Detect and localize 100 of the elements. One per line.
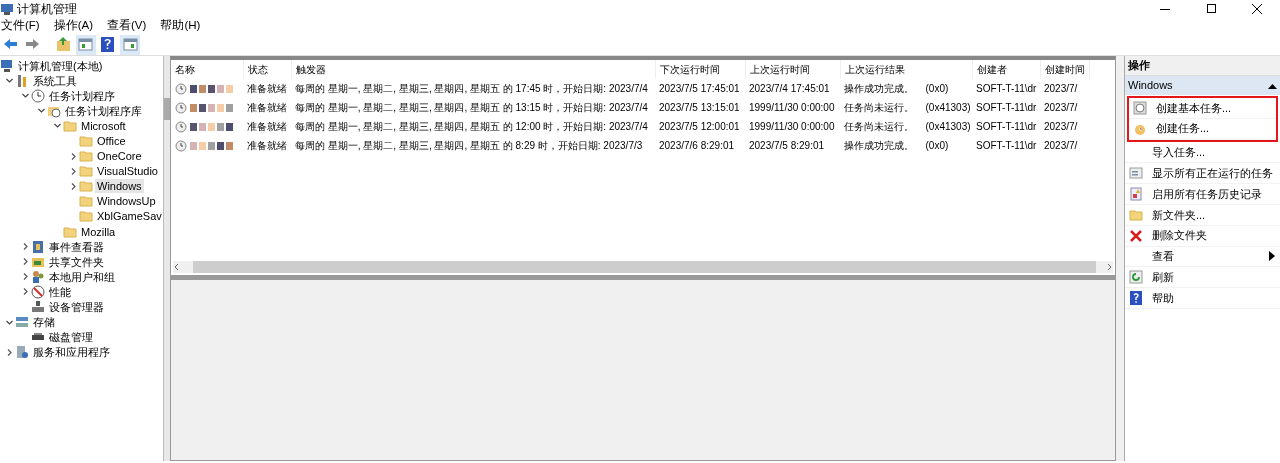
action-item[interactable]: 启用所有任务历史记录 <box>1125 184 1280 205</box>
tree-item[interactable]: Mozilla <box>79 224 118 239</box>
tree-item[interactable]: Windows <box>95 179 144 194</box>
clock-icon <box>175 101 187 114</box>
tree-item[interactable]: 存储 <box>31 315 57 330</box>
created-time: 2023/7/ <box>1044 83 1078 94</box>
folder-icon <box>79 194 93 209</box>
action-item[interactable]: 查看 <box>1125 246 1280 268</box>
column-header[interactable]: 触发器 <box>291 60 655 79</box>
author-text: SOFT-T-11\dr <box>976 140 1037 151</box>
tree-item[interactable]: XblGameSav <box>95 209 163 224</box>
horizontal-scrollbar[interactable] <box>173 261 1113 273</box>
tree-item[interactable]: 任务计划程序 <box>47 88 117 103</box>
result-text: 任务尚未运行。 <box>844 101 914 115</box>
author-text: SOFT-T-11\dr <box>976 102 1037 113</box>
action-item[interactable]: 创建基本任务... <box>1129 98 1276 119</box>
redacted-name-drawing <box>189 139 235 152</box>
users-icon <box>31 269 45 284</box>
clock-icon <box>175 139 187 152</box>
trigger-text: 每周的 星期一, 星期二, 星期三, 星期四, 星期五 的 8:29 时，开始日期: 2023/7/3 <box>295 140 643 151</box>
result-text: 任务尚未运行。 <box>844 120 914 134</box>
tree-item[interactable]: VisualStudio <box>95 164 160 179</box>
tree-item[interactable]: 共享文件夹 <box>47 254 106 269</box>
status-text: 准备就绪 <box>247 140 287 151</box>
section-header[interactable]: Windows <box>1125 76 1280 95</box>
last-run-time: 2023/7/5 8:29:01 <box>749 140 825 151</box>
tree-item[interactable]: 任务计划程序库 <box>63 103 144 118</box>
action-item[interactable]: 新文件夹... <box>1125 205 1280 226</box>
column-header[interactable]: 名称 <box>171 60 243 79</box>
trigger-text: 每周的 星期一, 星期二, 星期三, 星期四, 星期五 的 12:00 时，开始日期: 2023/7/4 <box>295 121 648 132</box>
splitter-handle[interactable] <box>164 98 170 120</box>
folder-icon <box>63 118 77 133</box>
last-run-time: 2023/7/4 17:45:01 <box>749 83 830 94</box>
author-text: SOFT-T-11\dr <box>976 121 1037 132</box>
action-item[interactable]: 创建任务... <box>1129 118 1276 140</box>
folder-icon <box>63 224 77 239</box>
action-item[interactable]: 显示所有正在运行的任务 <box>1125 163 1280 185</box>
created-time: 2023/7/ <box>1044 140 1078 151</box>
maximize-icon[interactable] <box>1204 2 1218 16</box>
tree-item[interactable]: 服务和应用程序 <box>31 345 112 360</box>
tree-item[interactable]: 磁盘管理 <box>47 330 95 345</box>
tools-icon <box>15 73 29 88</box>
refresh-icon <box>1129 270 1143 285</box>
column-header[interactable]: 下次运行时间 <box>655 60 745 79</box>
close-icon[interactable] <box>1250 2 1264 16</box>
tree-item[interactable]: 系统工具 <box>31 73 79 88</box>
help-icon[interactable] <box>99 36 117 53</box>
submenu-arrow-icon <box>1269 251 1275 262</box>
tree-item[interactable]: 本地用户和组 <box>47 269 117 284</box>
next-run-time: 2023/7/5 17:45:01 <box>659 83 740 94</box>
action-item[interactable]: 刷新 <box>1125 267 1280 289</box>
column-header[interactable]: 创建者 <box>972 60 1040 79</box>
tree-item[interactable]: 计算机管理(本地) <box>16 58 105 73</box>
created-time: 2023/7/ <box>1044 121 1078 132</box>
folder-icon[interactable] <box>54 36 72 53</box>
column-header[interactable]: 创建时间 <box>1040 60 1089 79</box>
menu-item[interactable]: 查看(V) <box>106 17 152 35</box>
column-header[interactable]: 上次运行结果 <box>840 60 972 79</box>
storage-icon <box>15 315 29 330</box>
event-log-icon <box>31 239 45 254</box>
next-run-time: 2023/7/5 12:00:01 <box>659 121 740 132</box>
status-text: 准备就绪 <box>247 102 287 113</box>
menu-item[interactable]: 帮助(H) <box>159 17 206 35</box>
panel-button[interactable] <box>75 34 96 55</box>
computer-icon <box>0 58 14 73</box>
clock-icon <box>175 82 187 95</box>
collapse-icon[interactable] <box>1268 82 1277 89</box>
tree-item[interactable]: 设备管理器 <box>47 300 106 315</box>
menu-item[interactable]: 操作(A) <box>52 17 99 35</box>
column-header[interactable]: 上次运行时间 <box>745 60 840 79</box>
history-icon <box>1129 187 1143 202</box>
tree-item[interactable]: Office <box>95 134 128 148</box>
scroll-right-icon[interactable] <box>1105 263 1113 271</box>
menu-item[interactable]: 文件(F) <box>0 17 45 35</box>
task-icon <box>1133 100 1147 115</box>
tree-item[interactable]: OneCore <box>95 149 144 164</box>
folder-icon <box>79 134 93 148</box>
trigger-text: 每周的 星期一, 星期二, 星期三, 星期四, 星期五 的 13:15 时，开始日期: 2023/7/4 <box>295 102 648 113</box>
tree-item[interactable]: 事件查看器 <box>47 239 106 254</box>
help-icon <box>1129 291 1143 306</box>
tree-item[interactable]: WindowsUp <box>95 194 158 209</box>
result-text: 操作成功完成。 <box>844 139 914 153</box>
trigger-text: 每周的 星期一, 星期二, 星期三, 星期四, 星期五 的 17:45 时，开始日期: 2023/7/4 <box>295 83 648 94</box>
action-item[interactable]: 帮助 <box>1125 288 1280 309</box>
next-run-time: 2023/7/6 8:29:01 <box>659 140 735 151</box>
action-item[interactable]: 删除文件夹 <box>1125 225 1280 247</box>
result-code: (0x41303) <box>925 101 971 115</box>
author-text: SOFT-T-11\dr <box>976 83 1037 94</box>
result-code: (0x0) <box>925 82 949 96</box>
column-header[interactable]: 状态 <box>243 60 291 79</box>
folder-icon <box>79 209 93 224</box>
redacted-name-drawing <box>189 101 235 114</box>
tree-item[interactable]: 性能 <box>47 284 73 299</box>
scroll-left-icon[interactable] <box>173 263 181 271</box>
tree-item[interactable]: Microsoft <box>79 118 128 133</box>
services-icon <box>15 345 29 360</box>
computer-icon <box>0 2 14 16</box>
action-item[interactable]: 导入任务... <box>1125 142 1280 164</box>
folder-icon <box>79 164 93 179</box>
panel-button[interactable] <box>120 34 141 55</box>
